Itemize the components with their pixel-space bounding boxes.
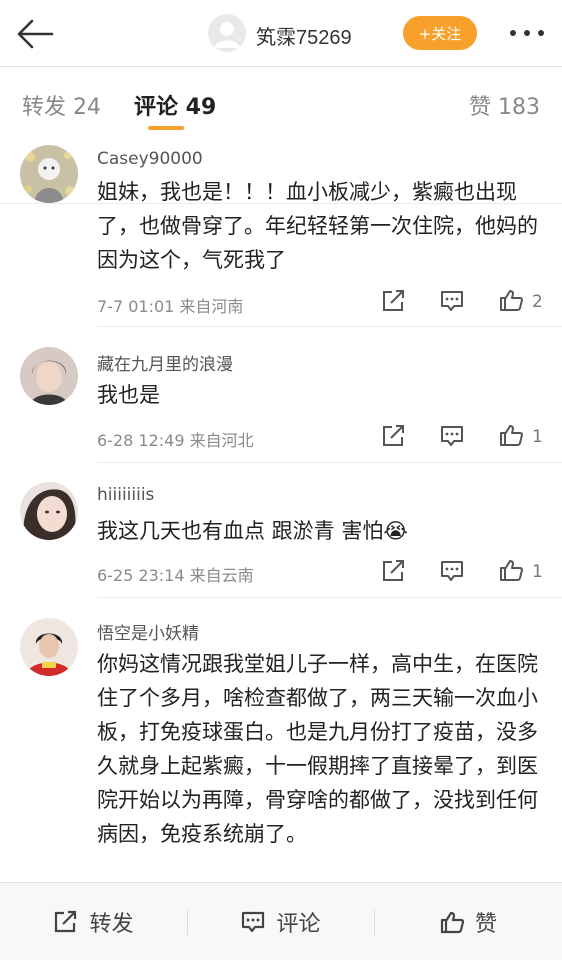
comment-text: 我也是: [97, 383, 160, 407]
user-avatar[interactable]: [208, 14, 246, 52]
like-icon: [440, 911, 465, 934]
commenter-avatar[interactable]: [20, 347, 78, 405]
commenter-name[interactable]: Casey90000: [97, 149, 203, 169]
more-options-icon[interactable]: [508, 22, 548, 44]
comment-item: 藏在九月里的浪漫 我也是 6-28 12:49 来自河北 1: [0, 327, 562, 463]
like-count: 2: [532, 292, 543, 312]
like-icon[interactable]: [498, 558, 524, 582]
comment-meta: 7-7 01:01 来自河南: [97, 297, 244, 316]
comment-text: 你妈这情况跟我堂姐儿子一样，高中生，在医院住了个多月，啥检查都做了，两三天输一次…: [97, 652, 538, 846]
commenter-name[interactable]: hiiiiiiiis: [97, 485, 154, 505]
commenter-avatar[interactable]: [20, 618, 78, 676]
comment-text: 姐妹，我也是！！！血小板减少，紫癜也出现了，也做骨穿了。年纪轻轻第一次住院，他妈…: [97, 180, 538, 272]
tab-bar: 转发 24 评论 49 赞 183: [0, 67, 562, 204]
active-tab-indicator: [148, 126, 184, 130]
comment-meta: 6-25 23:14 来自云南: [97, 566, 254, 585]
bottom-repost-button[interactable]: 转发: [0, 883, 187, 960]
commenter-name[interactable]: 藏在九月里的浪漫: [97, 350, 233, 375]
bottom-like-button[interactable]: 赞: [374, 883, 562, 960]
commenter-avatar[interactable]: [20, 482, 78, 540]
follow-button[interactable]: +关注: [403, 16, 477, 50]
tab-repost[interactable]: 转发 24: [22, 89, 101, 121]
top-bar: 笂霂75269 +关注: [0, 0, 562, 66]
like-count: 1: [532, 562, 543, 582]
tab-comment[interactable]: 评论 49: [134, 89, 216, 121]
like-icon[interactable]: [498, 423, 524, 447]
commenter-name[interactable]: 悟空是小妖精: [97, 619, 199, 644]
repost-icon: [55, 910, 77, 933]
header-username[interactable]: 笂霂75269: [256, 21, 352, 50]
comment-item: Casey90000 姐妹，我也是！！！血小板减少，紫癜也出现了，也做骨穿了。年…: [0, 137, 562, 327]
comment-meta: 6-28 12:49 来自河北: [97, 431, 254, 450]
share-icon[interactable]: [381, 289, 407, 313]
like-count: 1: [532, 427, 543, 447]
comment-item: hiiiiiiiis 我这几天也有血点 跟淤青 害怕😭 6-25 23:14 来…: [0, 463, 562, 598]
comment-item: 悟空是小妖精 你妈这情况跟我堂姐儿子一样，高中生，在医院住了个多月，啥检查都做了…: [0, 598, 562, 882]
like-icon[interactable]: [498, 288, 524, 312]
bottom-repost-label: 转发: [89, 912, 134, 937]
commenter-avatar[interactable]: [20, 145, 78, 203]
comment-icon[interactable]: [439, 424, 465, 448]
share-icon[interactable]: [381, 424, 407, 448]
bottom-comment-label: 评论: [276, 912, 321, 937]
bottom-like-label: 赞: [474, 912, 497, 937]
bottom-action-bar: 转发 评论 赞: [0, 882, 562, 960]
bottom-comment-button[interactable]: 评论: [187, 883, 374, 960]
back-arrow-icon[interactable]: [14, 14, 58, 54]
comment-icon: [242, 911, 265, 933]
comment-icon[interactable]: [439, 559, 465, 583]
tab-like[interactable]: 赞 183: [469, 89, 540, 121]
share-icon[interactable]: [381, 559, 407, 583]
comment-text: 我这几天也有血点 跟淤青 害怕😭: [97, 519, 408, 543]
comment-icon[interactable]: [439, 289, 465, 313]
